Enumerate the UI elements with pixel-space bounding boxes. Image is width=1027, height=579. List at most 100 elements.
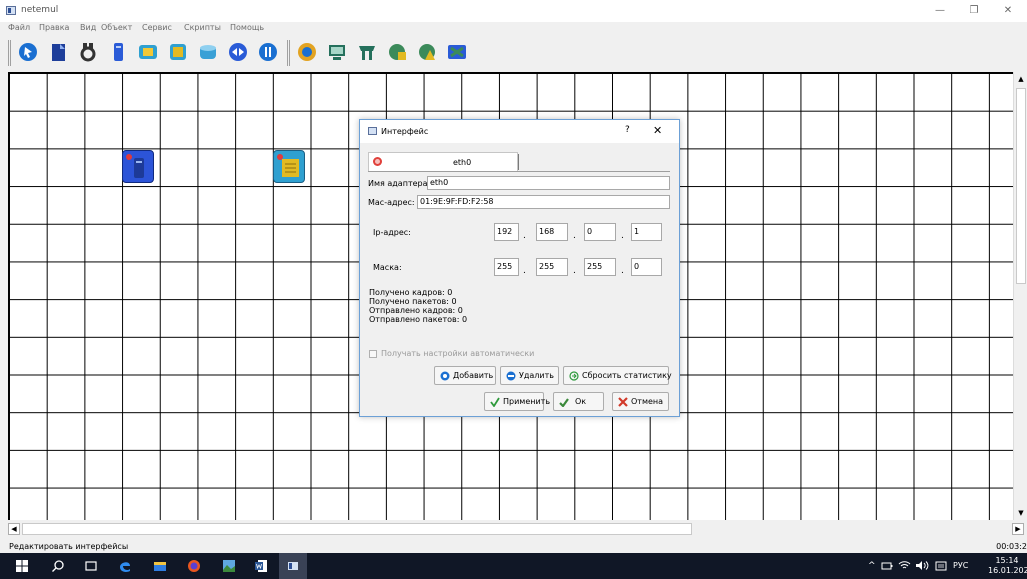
mask-octet-3-field[interactable]: 255 [584,258,616,276]
mask-octet-4-field[interactable]: 0 [631,258,662,276]
pointer-tool-button[interactable] [16,40,40,64]
monitor-tool-button[interactable] [325,40,349,64]
cancel-button[interactable]: Отмена [612,392,669,411]
netemul-icon [288,562,298,570]
scroll-right-icon[interactable]: ▶ [1012,523,1024,535]
cable-icon [80,43,96,62]
app-taskbar-button[interactable] [215,553,243,579]
toolbar-handle[interactable] [8,40,11,66]
switch-tool-button[interactable] [136,40,160,64]
switch-device[interactable] [273,150,305,183]
horizontal-scrollbar[interactable]: ◀ ▶ [8,521,1024,538]
mask-octet-2-field[interactable]: 255 [536,258,568,276]
ip-octet-2-field[interactable]: 168 [536,223,568,241]
ip-octet-3-field[interactable]: 0 [584,223,616,241]
search-button[interactable] [44,553,72,579]
sent-frames-stat: Отправлено кадров: 0 [369,306,463,315]
bridge-icon [229,43,247,61]
adapter-name-label: Имя адаптера: [368,179,431,188]
mask-dot: . [573,266,576,276]
input-indicator-icon[interactable] [935,560,947,572]
ip-octet-4-field[interactable]: 1 [631,223,662,241]
menu-edit[interactable]: Правка [39,23,69,32]
interface-dialog: Интерфейс ? ✕ eth0 Имя адаптера: eth0 Ма… [359,119,680,417]
explorer-taskbar-button[interactable] [146,553,174,579]
received-packets-stat: Получено пакетов: 0 [369,297,457,306]
scroll-left-icon[interactable]: ◀ [8,523,20,535]
status-bar: Редактировать интерфейсы 00:03:2 [0,539,1027,553]
tab-eth0[interactable]: eth0 [368,152,518,171]
menu-service[interactable]: Сервис [142,23,172,32]
vertical-scrollbar[interactable]: ▲ ▼ [1013,72,1027,520]
computer-device[interactable] [122,150,154,183]
app-icon [6,6,16,15]
mask-octet-1-field[interactable]: 255 [494,258,519,276]
netemul-window: netemul — ❐ ✕ Файл Правка Вид Объект Сер… [0,0,1027,579]
mask-dot: . [621,266,624,276]
edge-icon [120,562,130,572]
menu-view[interactable]: Вид [80,23,96,32]
settings-tool-button[interactable] [295,40,319,64]
edge-taskbar-button[interactable] [111,553,139,579]
network-icon[interactable] [898,560,911,571]
tab-underline [368,171,670,172]
firefox-taskbar-button[interactable] [180,553,208,579]
reset-stats-button[interactable]: Сбросить статистику [563,366,672,385]
hub-tool-button[interactable] [196,40,220,64]
language-indicator[interactable]: РУС [953,561,968,570]
ok-button[interactable]: Ок [553,392,604,411]
mask-label: Маска: [373,263,402,272]
minimize-button[interactable]: — [923,0,957,22]
adapter-name-field[interactable]: eth0 [427,176,670,190]
auto-config-checkbox[interactable] [369,350,377,358]
ip-octet-1-field[interactable]: 192 [494,223,519,241]
program-tool-button[interactable] [445,40,469,64]
taskbar-clock[interactable]: 15:14 16.01.2020 [988,556,1027,576]
apply-button[interactable]: Применить [484,392,550,411]
arp-tool-button[interactable] [415,40,439,64]
scroll-up-icon[interactable]: ▲ [1014,72,1027,86]
menu-help[interactable]: Помощь [230,23,264,32]
toolbar-handle[interactable] [287,40,290,66]
mac-address-field[interactable]: 01:9E:9F:FD:F2:58 [417,195,670,209]
dialog-close-button[interactable]: ✕ [653,124,662,137]
stop-tool-button[interactable] [256,40,280,64]
router-tool-button[interactable] [166,40,190,64]
help-button[interactable]: ? [625,125,630,135]
menu-scripts[interactable]: Скрипты [184,23,221,32]
word-taskbar-button[interactable] [247,553,275,579]
cancel-icon [618,397,628,407]
firefox-icon [188,560,200,572]
maximize-button[interactable]: ❐ [957,0,991,22]
computer-tool-button[interactable] [106,40,130,64]
delete-button[interactable]: Удалить [500,366,559,385]
note-tool-button[interactable] [46,40,70,64]
menu-bar: Файл Правка Вид Объект Сервис Скрипты По… [0,22,1027,35]
add-button[interactable]: Добавить [434,366,496,385]
vertical-scroll-thumb[interactable] [1016,88,1026,284]
menu-file[interactable]: Файл [8,23,30,32]
interface-status-icon [373,157,382,166]
add-icon [440,371,450,381]
volume-icon[interactable] [915,560,929,571]
scroll-down-icon[interactable]: ▼ [1014,506,1027,520]
menu-object[interactable]: Объект [101,23,132,32]
switch-icon [277,154,299,177]
apply-button-label: Применить [503,397,551,406]
start-button[interactable] [8,553,36,579]
bridge-tool-button[interactable] [226,40,250,64]
battery-icon[interactable] [881,561,893,571]
status-message: Редактировать интерфейсы [9,542,129,551]
tray-overflow-icon[interactable]: ^ [868,561,876,571]
delete-icon [506,371,516,381]
close-button[interactable]: ✕ [991,0,1025,22]
horizontal-scroll-thumb[interactable] [22,523,692,535]
rip-tool-button[interactable] [385,40,409,64]
table-tool-button[interactable] [355,40,379,64]
cancel-button-label: Отмена [631,397,664,406]
task-view-button[interactable] [77,553,105,579]
cable-tool-button[interactable] [76,40,100,64]
netemul-taskbar-button[interactable] [279,553,307,579]
reset-icon [569,371,579,381]
window-title: netemul [21,5,59,15]
